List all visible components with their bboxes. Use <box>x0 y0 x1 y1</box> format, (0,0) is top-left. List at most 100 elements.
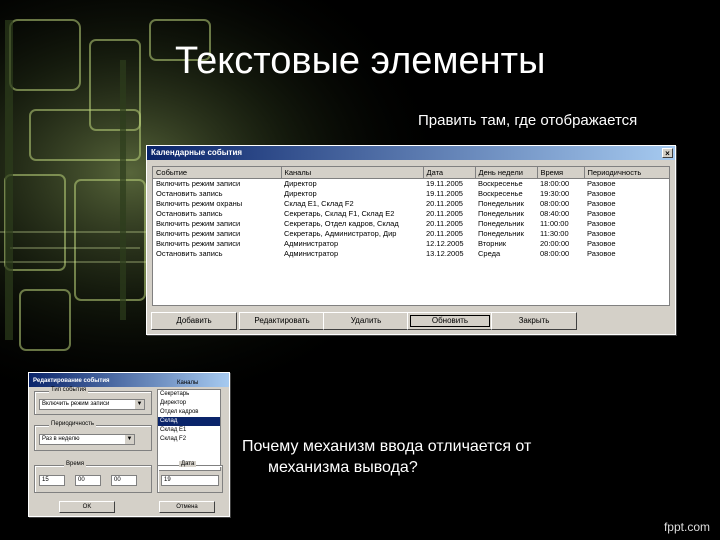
table-cell: Секретарь, Склад F1, Склад E2 <box>284 209 395 218</box>
chevron-down-icon: ▼ <box>135 400 144 409</box>
table-cell: Разовое <box>587 249 616 258</box>
dialog-title: Календарные события <box>151 148 243 157</box>
list-item[interactable]: Склад F2 <box>158 435 220 444</box>
slide-subtitle: Править там, где отображается <box>418 112 638 129</box>
chevron-down-icon: ▼ <box>125 435 134 444</box>
table-cell: 19.11.2005 <box>426 179 463 188</box>
table-row[interactable]: Включить режим записи Секретарь, Отдел ка… <box>153 219 669 229</box>
close-icon[interactable]: × <box>662 148 673 158</box>
channels-label: Каналы <box>177 380 199 386</box>
slide-question: Почему механизм ввода отличается от меха… <box>242 436 622 478</box>
channels-listbox[interactable]: Секретарь Директор Отдел кадров Склад Склад … <box>157 389 221 471</box>
edit-event-dialog: Редактирование события Тип события Включ… <box>28 372 230 517</box>
event-type-select[interactable]: Включить режим записи ▼ <box>39 399 145 410</box>
table-cell: 19.11.2005 <box>426 189 463 198</box>
list-item[interactable]: Склад <box>158 417 220 426</box>
table-cell: Разовое <box>587 189 616 198</box>
table-row[interactable]: Включить режим записи Администратор 12.12.… <box>153 239 669 249</box>
table-row[interactable]: Остановить запись Директор 19.11.2005 Воскр… <box>153 189 669 199</box>
period-value: Раз в неделю <box>42 436 80 442</box>
ok-button[interactable]: OK <box>59 501 115 513</box>
column-header[interactable]: Каналы <box>281 167 424 179</box>
delete-button[interactable]: Удалить <box>323 312 409 330</box>
table-cell: Воскресенье <box>478 179 523 188</box>
table-cell: Остановить запись <box>156 249 223 258</box>
table-cell: 20.11.2005 <box>426 229 463 238</box>
table-cell: 20:00:00 <box>540 239 570 248</box>
table-row[interactable]: Включить режим охраны Склад E1, Склад F2 2… <box>153 199 669 209</box>
table-cell: Вторник <box>478 239 507 248</box>
edit-button[interactable]: Редактировать <box>239 312 325 330</box>
table-cell: Воскресенье <box>478 189 523 198</box>
table-header: Событие Каналы Дата День недели Время Пе… <box>153 167 669 179</box>
second-field[interactable]: 00 <box>111 475 137 486</box>
table-cell: 11:00:00 <box>540 219 569 228</box>
table-cell: 19:30:00 <box>540 189 570 198</box>
table-cell: 08:40:00 <box>540 209 570 218</box>
refresh-button[interactable]: Обновить <box>407 312 493 330</box>
period-label: Периодичность <box>49 421 97 427</box>
table-cell: Включить режим записи <box>156 219 241 228</box>
dialog-titlebar: Календарные события × <box>147 146 675 160</box>
table-cell: 13.12.2005 <box>426 249 464 258</box>
table-row[interactable]: Остановить запись Секретарь, Склад F1, Ск… <box>153 209 669 219</box>
brand-logo: fppt.com <box>663 520 710 534</box>
hour-field[interactable]: 15 <box>39 475 65 486</box>
minute-field[interactable]: 00 <box>75 475 101 486</box>
table-cell: Включить режим записи <box>156 229 241 238</box>
table-cell: Разовое <box>587 199 616 208</box>
list-item[interactable]: Отдел кадров <box>158 408 220 417</box>
table-cell: Понедельник <box>478 229 524 238</box>
close-button[interactable]: Закрыть <box>491 312 577 330</box>
table-cell: 08:00:00 <box>540 249 570 258</box>
table-cell: Секретарь, Отдел кадров, Склад <box>284 219 399 228</box>
date-field[interactable]: 19 <box>161 475 219 486</box>
table-cell: Разовое <box>587 219 616 228</box>
table-cell: 20.11.2005 <box>426 209 463 218</box>
events-table[interactable]: Событие Каналы Дата День недели Время Пе… <box>152 166 670 306</box>
table-cell: 20.11.2005 <box>426 199 463 208</box>
column-header[interactable]: Дата <box>423 167 476 179</box>
table-cell: Разовое <box>587 229 616 238</box>
table-cell: Разовое <box>587 239 616 248</box>
table-cell: Разовое <box>587 179 616 188</box>
table-row[interactable]: Остановить запись Администратор 13.12.2005… <box>153 249 669 259</box>
add-button[interactable]: Добавить <box>151 312 237 330</box>
table-cell: Включить режим записи <box>156 239 241 248</box>
table-cell: Понедельник <box>478 199 524 208</box>
column-header[interactable]: Событие <box>153 167 282 179</box>
table-cell: Администратор <box>284 249 339 258</box>
event-type-value: Включить режим записи <box>42 401 110 407</box>
event-type-label: Тип события <box>49 387 89 393</box>
table-cell: Остановить запись <box>156 189 223 198</box>
column-header[interactable]: День недели <box>475 167 538 179</box>
table-cell: 18:00:00 <box>540 179 570 188</box>
table-cell: Остановить запись <box>156 209 223 218</box>
period-select[interactable]: Раз в неделю ▼ <box>39 434 135 445</box>
column-header[interactable]: Время <box>537 167 585 179</box>
table-cell: 20.11.2005 <box>426 219 463 228</box>
question-line-1: Почему механизм ввода отличается от <box>242 438 532 455</box>
table-cell: Администратор <box>284 239 339 248</box>
table-cell: Склад E1, Склад F2 <box>284 199 354 208</box>
table-cell: Среда <box>478 249 501 258</box>
table-row[interactable]: Включить режим записи Секретарь, Админист… <box>153 229 669 239</box>
calendar-events-dialog: Календарные события × Событие Каналы Дат… <box>146 145 676 335</box>
list-item[interactable]: Секретарь <box>158 390 220 399</box>
table-cell: Директор <box>284 179 317 188</box>
table-cell: Разовое <box>587 209 616 218</box>
table-row[interactable]: Включить режим записи Директор 19.11.2005 В… <box>153 179 669 190</box>
table-cell: Включить режим охраны <box>156 199 243 208</box>
column-header[interactable]: Периодичность <box>584 167 669 179</box>
table-cell: Директор <box>284 189 317 198</box>
table-cell: 11:30:00 <box>540 229 569 238</box>
table-cell: 12.12.2005 <box>426 239 464 248</box>
sub-dialog-title: Редактирование события <box>33 378 110 384</box>
list-item[interactable]: Директор <box>158 399 220 408</box>
table-cell: Включить режим записи <box>156 179 241 188</box>
table-cell: Понедельник <box>478 219 524 228</box>
table-cell: Понедельник <box>478 209 524 218</box>
list-item[interactable]: Склад E1 <box>158 426 220 435</box>
cancel-button[interactable]: Отмена <box>159 501 215 513</box>
table-cell: Секретарь, Администратор, Дир <box>284 229 397 238</box>
